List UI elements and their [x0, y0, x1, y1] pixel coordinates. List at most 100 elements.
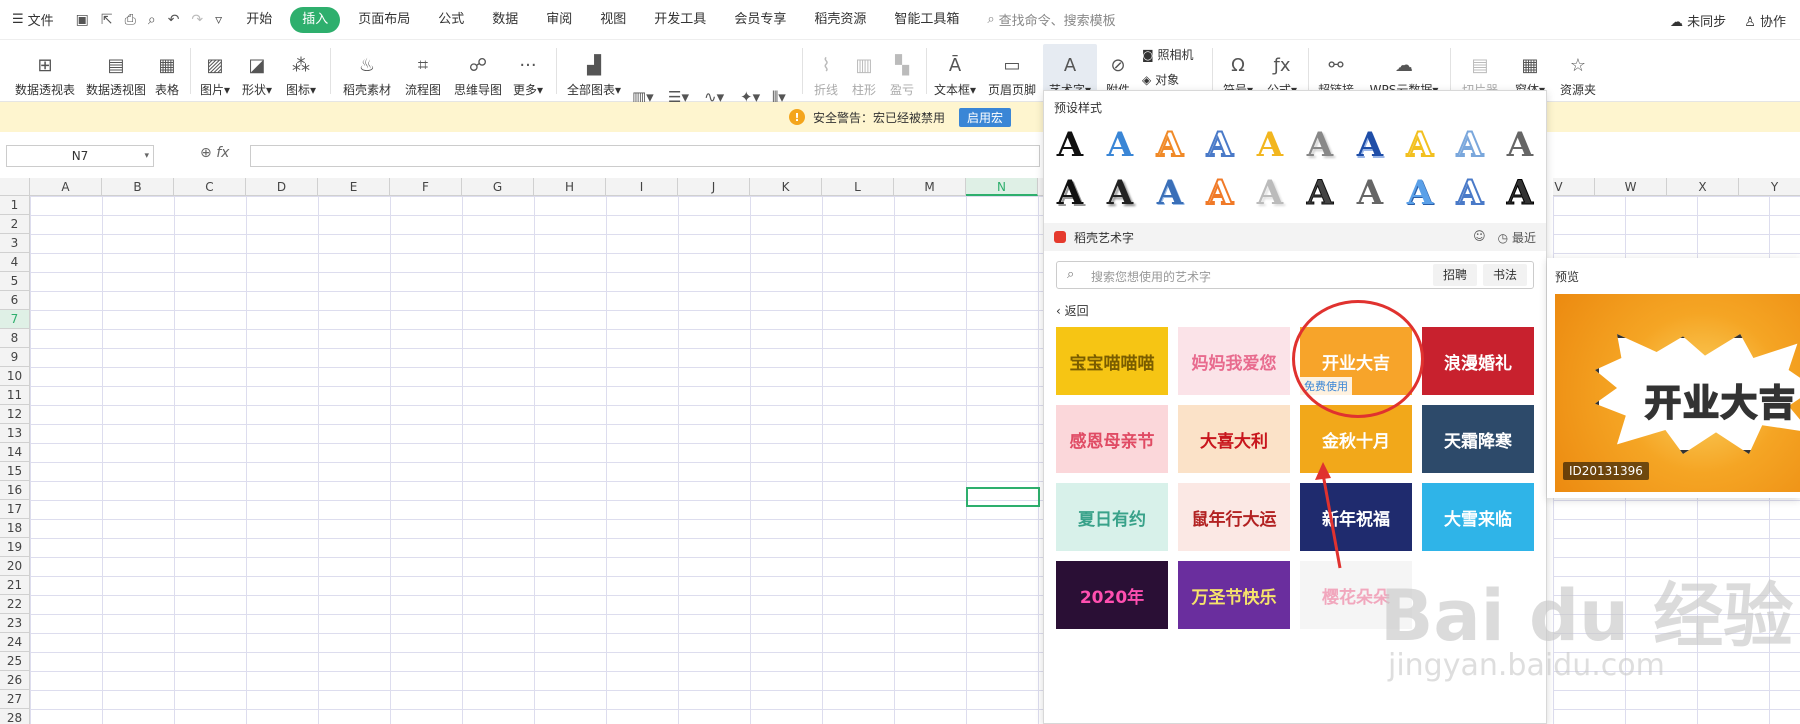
row-header[interactable]: 9 — [0, 348, 30, 367]
column-header[interactable]: Y — [1739, 178, 1800, 196]
row-header[interactable]: 4 — [0, 253, 30, 272]
icon-button[interactable]: ⁂ 图标▾ — [282, 44, 320, 98]
row-header[interactable]: 15 — [0, 462, 30, 481]
wordart-preset-style[interactable]: A — [1452, 174, 1488, 212]
wordart-preset-style[interactable]: A — [1352, 127, 1388, 163]
pivot-table-button[interactable]: ⊞ 数据透视表 — [8, 44, 82, 98]
wordart-template-card[interactable]: 妈妈我爱您 — [1178, 327, 1290, 395]
row-header[interactable]: 17 — [0, 500, 30, 519]
tab-8[interactable]: 会员专享 — [720, 7, 800, 33]
all-charts-button[interactable]: ▟ 全部图表▾ — [562, 44, 626, 98]
column-header[interactable]: K — [750, 178, 822, 196]
row-header[interactable]: 11 — [0, 386, 30, 405]
row-header[interactable]: 24 — [0, 633, 30, 652]
pivot-chart-button[interactable]: ▤ 数据透视图 — [80, 44, 152, 98]
tab-9[interactable]: 稻壳资源 — [800, 7, 880, 33]
wordart-preset-style[interactable]: A — [1502, 127, 1538, 163]
shape-button[interactable]: ◪ 形状▾ — [238, 44, 276, 98]
sparkline-column-button[interactable]: ▥ 柱形 — [846, 44, 882, 98]
row-header[interactable]: 7 — [0, 310, 30, 329]
row-header[interactable]: 2 — [0, 215, 30, 234]
back-button[interactable]: ‹ 返回 — [1056, 302, 1089, 319]
wordart-preset-style[interactable]: A — [1452, 126, 1488, 164]
wordart-preset-style[interactable]: A — [1302, 175, 1338, 212]
row-header[interactable]: 28 — [0, 709, 30, 724]
row-header[interactable]: 22 — [0, 595, 30, 614]
column-header[interactable]: A — [30, 178, 102, 196]
row-header[interactable]: 26 — [0, 671, 30, 690]
tag-recruitment-button[interactable]: 招聘 — [1432, 264, 1477, 286]
column-header[interactable]: V — [1553, 178, 1595, 196]
wordart-preset-style[interactable]: A — [1252, 127, 1288, 163]
table-button[interactable]: ▦ 表格 — [150, 44, 184, 98]
tab-0[interactable]: 开始 — [232, 7, 286, 33]
fx-icon[interactable]: fx — [216, 145, 229, 161]
wordart-preset-style[interactable]: A — [1202, 174, 1238, 212]
row-header[interactable]: 27 — [0, 690, 30, 709]
column-header[interactable]: W — [1595, 178, 1667, 196]
wordart-template-card[interactable]: 感恩母亲节 — [1056, 405, 1168, 473]
row-header[interactable]: 14 — [0, 443, 30, 462]
wordart-preset-style[interactable]: A — [1502, 175, 1538, 212]
row-header[interactable]: 1 — [0, 196, 30, 215]
zoom-icon[interactable]: ⊕ — [200, 145, 212, 161]
row-header[interactable]: 5 — [0, 272, 30, 291]
textbox-button[interactable]: Ā 文本框▾ — [930, 44, 980, 98]
wordart-template-card[interactable]: 大雪来临 — [1422, 483, 1534, 551]
tag-calligraphy-button[interactable]: 书法 — [1482, 264, 1527, 286]
wordart-preset-style[interactable]: A — [1302, 127, 1338, 163]
wordart-preset-style[interactable]: A — [1352, 175, 1388, 211]
sync-status[interactable]: ☁ 未同步 — [1670, 11, 1726, 30]
tab-2[interactable]: 页面布局 — [344, 7, 424, 33]
row-header[interactable]: 23 — [0, 614, 30, 633]
flowchart-button[interactable]: ⌗ 流程图 — [400, 44, 446, 98]
wordart-template-card[interactable]: 万圣节快乐 — [1178, 561, 1290, 629]
header-footer-button[interactable]: ▭ 页眉页脚 — [984, 44, 1040, 98]
command-search[interactable]: ⌕ 查找命令、搜索模板 — [987, 10, 1115, 29]
wordart-preset-style[interactable]: A — [1102, 127, 1138, 163]
tab-5[interactable]: 审阅 — [532, 7, 586, 33]
row-header[interactable]: 3 — [0, 234, 30, 253]
wordart-preset-style[interactable]: A — [1402, 126, 1438, 164]
row-header[interactable]: 6 — [0, 291, 30, 310]
column-header[interactable]: J — [678, 178, 750, 196]
column-header[interactable]: B — [102, 178, 174, 196]
wordart-preset-style[interactable]: A — [1152, 175, 1188, 211]
picture-button[interactable]: ▨ 图片▾ — [196, 44, 234, 98]
column-header[interactable]: M — [894, 178, 966, 196]
tab-1[interactable]: 插入 — [290, 6, 341, 33]
row-header[interactable]: 8 — [0, 329, 30, 348]
recent-button[interactable]: ◷ 最近 — [1498, 229, 1536, 246]
redo-icon[interactable]: ↷ — [191, 12, 203, 28]
export-icon[interactable]: ⇱ — [101, 12, 113, 28]
tab-6[interactable]: 视图 — [586, 7, 640, 33]
select-all-corner[interactable] — [0, 178, 30, 196]
file-menu[interactable]: ☰ 文件 — [0, 0, 66, 39]
wordart-preset-style[interactable]: A — [1202, 126, 1238, 164]
wordart-search-input[interactable]: ⌕ 搜索您想使用的艺术字 招聘 书法 — [1056, 261, 1534, 289]
wordart-preset-style[interactable]: A — [1252, 175, 1288, 211]
row-header[interactable]: 21 — [0, 576, 30, 595]
column-header[interactable]: F — [390, 178, 462, 196]
column-header[interactable]: E — [318, 178, 390, 196]
column-header[interactable]: D — [246, 178, 318, 196]
wordart-template-card[interactable]: 鼠年行大运 — [1178, 483, 1290, 551]
row-header[interactable]: 10 — [0, 367, 30, 386]
chat-icon[interactable]: ☺ — [1473, 229, 1486, 246]
wordart-template-card[interactable]: 浪漫婚礼 — [1422, 327, 1534, 395]
column-header[interactable]: I — [606, 178, 678, 196]
wordart-template-card[interactable]: 夏日有约 — [1056, 483, 1168, 551]
customize-icon[interactable]: ▿ — [215, 12, 222, 28]
wordart-template-card[interactable]: 2020年 — [1056, 561, 1168, 629]
selected-cell[interactable] — [966, 487, 1040, 507]
wordart-preset-style[interactable]: A — [1402, 175, 1438, 211]
tab-3[interactable]: 公式 — [424, 7, 478, 33]
sparkline-winloss-button[interactable]: ▚ 盈亏 — [884, 44, 920, 98]
row-header[interactable]: 12 — [0, 405, 30, 424]
formula-input[interactable] — [250, 145, 1040, 167]
object-button[interactable]: ◈ 对象 — [1142, 71, 1179, 88]
column-header[interactable]: C — [174, 178, 246, 196]
wordart-preset-style[interactable]: A — [1102, 175, 1138, 211]
column-header[interactable]: H — [534, 178, 606, 196]
wordart-template-card[interactable]: 大喜大利 — [1178, 405, 1290, 473]
